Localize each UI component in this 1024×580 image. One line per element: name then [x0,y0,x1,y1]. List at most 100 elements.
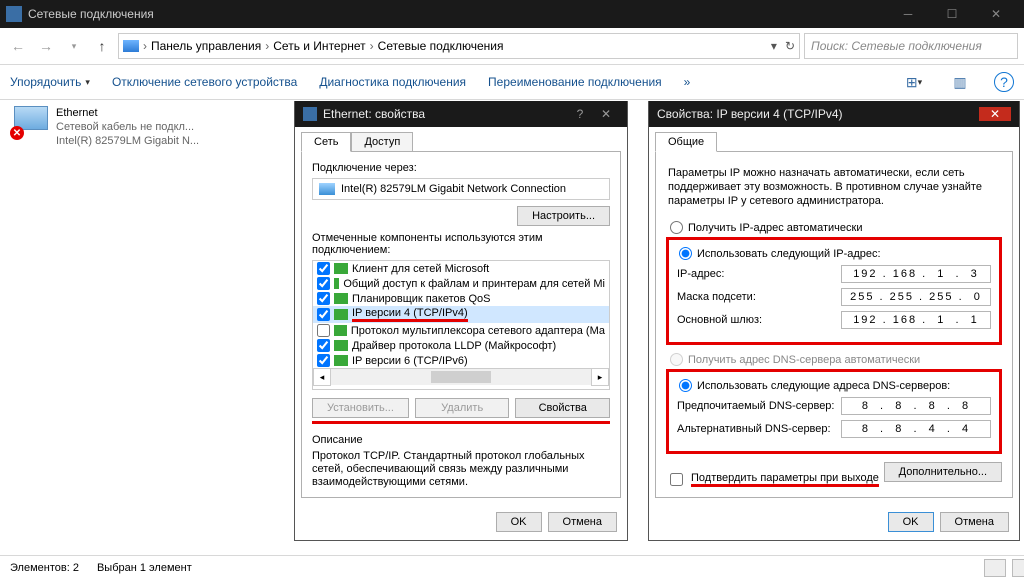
component-checkbox[interactable] [317,324,330,337]
help-icon[interactable]: ? [994,72,1014,92]
component-icon [334,309,348,320]
preview-pane-icon[interactable]: ▥ [948,70,972,94]
breadcrumb-dropdown-icon[interactable]: ▾ [771,39,777,53]
components-label: Отмеченные компоненты используются этим … [312,232,610,256]
dialog-close-icon[interactable]: ✕ [979,107,1011,121]
breadcrumb-item[interactable]: Панель управления [151,39,261,53]
cmd-more[interactable]: » [684,75,691,89]
component-checkbox[interactable] [317,292,330,305]
alternate-dns-label: Альтернативный DNS-сервер: [677,423,841,435]
component-icon [334,355,348,366]
ipv4-info-text: Параметры IP можно назначать автоматичес… [666,162,1002,218]
description-text: Протокол TCP/IP. Стандартный протокол гл… [312,450,610,489]
component-icon [334,263,348,274]
adapter-name: Ethernet [56,106,199,120]
ethernet-properties-dialog: Ethernet: свойства ?✕ Сеть Доступ Подклю… [294,101,628,541]
components-list[interactable]: Клиент для сетей Microsoft Общий доступ к… [312,260,610,390]
view-icon[interactable]: ⊞ ▾ [902,70,926,94]
component-row[interactable]: Планировщик пакетов QoS [313,291,609,306]
cmd-rename[interactable]: Переименование подключения [488,75,662,89]
breadcrumb[interactable]: › Панель управления › Сеть и Интернет › … [118,33,800,59]
ipv4-ok-button[interactable]: OK [888,512,934,532]
nav-forward[interactable]: → [34,34,58,58]
component-icon [334,278,339,289]
advanced-button[interactable]: Дополнительно... [884,462,1002,482]
component-checkbox[interactable] [317,277,330,290]
nav-up[interactable]: ↑ [90,34,114,58]
breadcrumb-item[interactable]: Сетевые подключения [378,39,504,53]
breadcrumb-item[interactable]: Сеть и Интернет [273,39,365,53]
dns-group-highlight: Использовать следующие адреса DNS-сервер… [666,369,1002,454]
gateway-input[interactable] [841,311,991,329]
component-icon [334,325,347,336]
close-button[interactable]: ✕ [974,0,1018,28]
cmd-organize[interactable]: Упорядочить ▾ [10,75,90,89]
configure-button[interactable]: Настроить... [517,206,610,226]
search-placeholder: Поиск: Сетевые подключения [811,39,982,53]
tab-access[interactable]: Доступ [351,132,413,152]
window-titlebar: Сетевые подключения ─ ☐ ✕ [0,0,1024,28]
radio-auto-dns: Получить адрес DNS-сервера автоматически [670,353,998,366]
dialog-titlebar[interactable]: Ethernet: свойства ?✕ [295,101,627,127]
component-checkbox[interactable] [317,339,330,352]
component-row[interactable]: Драйвер протокола LLDP (Майкрософт) [313,338,609,353]
subnet-mask-input[interactable] [841,288,991,306]
ipv4-cancel-button[interactable]: Отмена [940,512,1009,532]
list-scrollbar[interactable]: ◂▸ [313,368,609,385]
view-large-icon[interactable] [1012,559,1024,577]
eth-ok-button[interactable]: OK [496,512,542,532]
radio-manual-ip[interactable]: Использовать следующий IP-адрес: [679,247,989,260]
window-title: Сетевые подключения [28,7,154,21]
status-element-count: Элементов: 2 [10,562,79,574]
maximize-button[interactable]: ☐ [930,0,974,28]
highlight-line [312,421,610,424]
view-details-icon[interactable] [984,559,1006,577]
install-button[interactable]: Установить... [312,398,409,418]
nav-back[interactable]: ← [6,34,30,58]
preferred-dns-label: Предпочитаемый DNS-сервер: [677,400,841,412]
component-row[interactable]: Протокол мультиплексора сетевого адаптер… [313,323,609,338]
adapter-device: Intel(R) 82579LM Gigabit N... [56,134,199,148]
dialog-title: Свойства: IP версии 4 (TCP/IPv4) [657,107,843,121]
properties-button[interactable]: Свойства [515,398,610,418]
component-row[interactable]: IP версии 4 (TCP/IPv4) [313,306,609,323]
component-checkbox[interactable] [317,354,330,367]
tab-general[interactable]: Общие [655,132,717,152]
dialog-close-icon[interactable]: ✕ [593,107,619,121]
eth-cancel-button[interactable]: Отмена [548,512,617,532]
adapter-icon: ✕ [10,106,50,140]
alternate-dns-input[interactable] [841,420,991,438]
tab-network[interactable]: Сеть [301,132,351,152]
component-checkbox[interactable] [317,262,330,275]
ip-group-highlight: Использовать следующий IP-адрес: IP-адре… [666,237,1002,345]
component-checkbox[interactable] [317,308,330,321]
subnet-mask-label: Маска подсети: [677,291,841,303]
radio-manual-dns[interactable]: Использовать следующие адреса DNS-сервер… [679,379,989,392]
gateway-label: Основной шлюз: [677,314,841,326]
search-input[interactable]: Поиск: Сетевые подключения [804,33,1018,59]
minimize-button[interactable]: ─ [886,0,930,28]
component-row[interactable]: IP версии 6 (TCP/IPv6) [313,353,609,368]
preferred-dns-input[interactable] [841,397,991,415]
status-bar: Элементов: 2 Выбран 1 элемент [0,555,1024,580]
adapter-item-ethernet[interactable]: ✕ Ethernet Сетевой кабель не подкл... In… [10,106,250,148]
app-icon [6,6,22,22]
ipv4-properties-dialog: Свойства: IP версии 4 (TCP/IPv4) ✕ Общие… [648,101,1020,541]
component-label: Драйвер протокола LLDP (Майкрософт) [352,340,556,352]
component-label: Общий доступ к файлам и принтерам для се… [343,278,605,290]
dialog-help-icon[interactable]: ? [567,107,593,121]
uninstall-button[interactable]: Удалить [415,398,510,418]
radio-auto-ip[interactable]: Получить IP-адрес автоматически [670,221,998,234]
nav-recent[interactable]: ▾ [62,34,86,58]
cmd-disable[interactable]: Отключение сетевого устройства [112,75,297,89]
component-row[interactable]: Общий доступ к файлам и принтерам для се… [313,276,609,291]
dialog-titlebar[interactable]: Свойства: IP версии 4 (TCP/IPv4) ✕ [649,101,1019,127]
component-icon [334,340,348,351]
description-label: Описание [312,434,610,446]
component-label: Протокол мультиплексора сетевого адаптер… [351,325,605,337]
validate-checkbox[interactable]: Подтвердить параметры при выходе [666,470,879,489]
refresh-icon[interactable]: ↻ [785,39,795,53]
ip-address-input[interactable] [841,265,991,283]
component-row[interactable]: Клиент для сетей Microsoft [313,261,609,276]
cmd-diagnose[interactable]: Диагностика подключения [319,75,466,89]
